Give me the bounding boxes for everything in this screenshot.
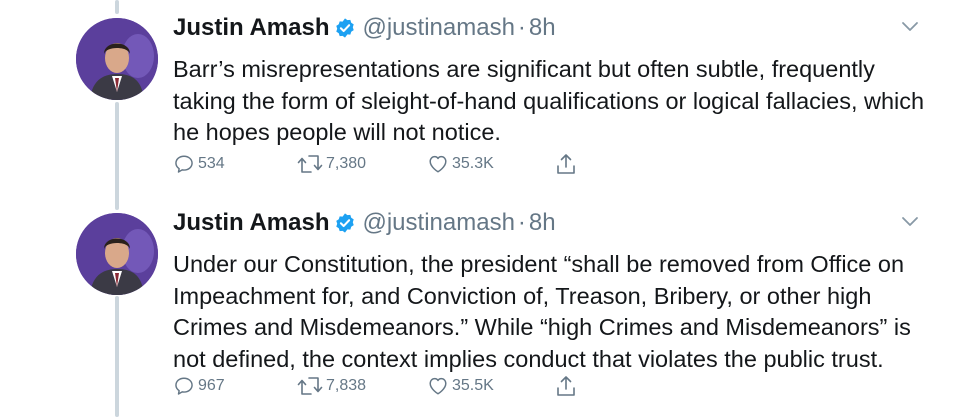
tweet-actions: 967 7,838 35.5K (173, 372, 593, 400)
tweet-timestamp[interactable]: 8h (529, 209, 556, 237)
tweet-actions: 534 7,380 35.3K (173, 150, 593, 178)
tweet-header: Justin Amash @justinamash · 8h (173, 8, 556, 48)
share-icon (557, 154, 575, 174)
reply-button[interactable]: 967 (173, 372, 225, 400)
chevron-down-icon[interactable] (900, 211, 920, 231)
heart-icon (429, 155, 447, 173)
tweet-header: Justin Amash @justinamash · 8h (173, 203, 556, 243)
retweet-count: 7,380 (326, 155, 367, 172)
reply-button[interactable]: 534 (173, 150, 225, 178)
tweet[interactable]: Justin Amash @justinamash · 8h Under our… (0, 203, 980, 403)
share-button[interactable] (555, 150, 577, 178)
tweet-text: Under our Constitution, the president “s… (173, 251, 911, 372)
verified-badge-icon (334, 212, 356, 234)
like-count: 35.3K (452, 155, 494, 172)
author-handle[interactable]: @justinamash (362, 14, 514, 42)
retweet-icon (297, 155, 323, 173)
like-button[interactable]: 35.3K (427, 150, 494, 178)
reply-icon (175, 377, 193, 395)
reply-count: 967 (198, 377, 225, 394)
tweet[interactable]: Justin Amash @justinamash · 8h Barr’s mi… (0, 8, 980, 208)
reply-icon (175, 155, 193, 173)
retweet-button[interactable]: 7,380 (297, 150, 366, 178)
like-count: 35.5K (452, 377, 494, 394)
tweet-text: Barr’s misrepresentations are significan… (173, 56, 925, 145)
heart-icon (429, 377, 447, 395)
avatar[interactable] (76, 18, 158, 100)
author-handle[interactable]: @justinamash (362, 209, 514, 237)
tweet-timestamp[interactable]: 8h (529, 14, 556, 42)
chevron-down-icon[interactable] (900, 16, 920, 36)
retweet-count: 7,838 (326, 377, 367, 394)
like-button[interactable]: 35.5K (427, 372, 494, 400)
author-name[interactable]: Justin Amash (173, 209, 329, 237)
retweet-icon (297, 377, 323, 395)
separator-dot: · (517, 14, 526, 41)
share-icon (557, 376, 575, 396)
verified-badge-icon (334, 17, 356, 39)
avatar[interactable] (76, 213, 158, 295)
share-button[interactable] (555, 372, 577, 400)
retweet-button[interactable]: 7,838 (297, 372, 366, 400)
separator-dot: · (517, 209, 526, 236)
reply-count: 534 (198, 155, 225, 172)
author-name[interactable]: Justin Amash (173, 14, 329, 42)
